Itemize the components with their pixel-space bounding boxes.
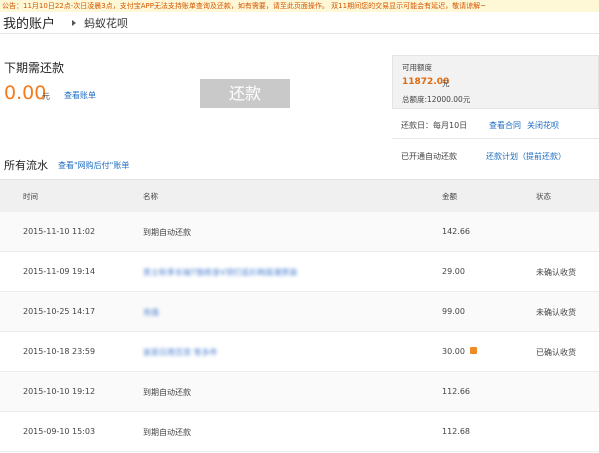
header-name: 名称 <box>143 192 158 201</box>
row-time: 2015-11-09 19:14 <box>23 267 96 276</box>
divider <box>392 138 599 139</box>
row-name[interactable]: 男士秋季长袖T恤修身V领打底衫韩版潮男装 <box>143 267 297 278</box>
row-time: 2015-10-18 23:59 <box>23 347 96 356</box>
my-account-link[interactable]: 我的账户 <box>3 13 55 32</box>
table-row: 2015-10-10 19:12 到期自动还款 112.66 <box>0 372 599 412</box>
credit-panel: 可用额度 11872.00 元 总额度:12000.00元 <box>392 55 599 109</box>
row-amount: 99.00 <box>442 307 465 316</box>
header-status: 状态 <box>536 192 551 201</box>
table-row: 2015-10-25 14:17 充值 99.00 未确认收货 <box>0 292 599 332</box>
table-row: 2015-09-10 15:03 到期自动还款 112.68 <box>0 412 599 452</box>
table-row: 2015-10-18 23:59 家居日用百货 等多件 30.00 已确认收货 <box>0 332 599 372</box>
next-due-amount: 0.00 <box>4 82 47 104</box>
all-transactions-title: 所有流水 <box>4 159 48 172</box>
breadcrumb-arrow-icon <box>72 20 76 26</box>
row-status: 未确认收货 <box>536 268 576 277</box>
repay-day: 还款日：每月10日 <box>401 121 468 130</box>
repay-plan-link[interactable]: 还款计划（提前还款） <box>486 151 566 162</box>
breadcrumb: 我的账户 蚂蚁花呗 <box>0 12 599 34</box>
row-time: 2015-11-10 11:02 <box>23 227 96 236</box>
row-name: 到期自动还款 <box>143 388 191 397</box>
row-status: 未确认收货 <box>536 308 576 317</box>
row-name[interactable]: 家居日用百货 等多件 <box>143 347 218 358</box>
row-status: 已确认收货 <box>536 348 576 357</box>
row-amount: 30.00 <box>442 347 465 356</box>
repay-button[interactable]: 还款 <box>200 79 290 108</box>
row-name: 到期自动还款 <box>143 228 191 237</box>
view-contract-link[interactable]: 查看合同 <box>489 120 521 131</box>
row-amount: 112.68 <box>442 427 470 436</box>
row-name[interactable]: 充值 <box>143 307 159 318</box>
row-amount: 29.00 <box>442 267 465 276</box>
row-name: 到期自动还款 <box>143 428 191 437</box>
view-bill-link[interactable]: 查看账单 <box>64 90 96 101</box>
announcement-bar: 公告：11月10日22点-次日凌晨3点，支付宝APP无法支持账单查询及还款，如有… <box>0 0 599 12</box>
row-time: 2015-10-10 19:12 <box>23 387 96 396</box>
due-unit: 元 <box>42 92 50 101</box>
table-header: 时间 名称 金额 状态 <box>0 179 599 212</box>
table-body: 2015-11-10 11:02 到期自动还款 142.66 2015-11-09 1… <box>0 212 599 452</box>
available-credit-label: 可用额度 <box>402 63 432 72</box>
available-credit-unit: 元 <box>442 79 450 88</box>
row-amount: 112.66 <box>442 387 470 396</box>
installment-flag-icon <box>470 347 477 354</box>
auto-repay-status: 已开通自动还款 <box>401 152 457 161</box>
close-huabei-link[interactable]: 关闭花呗 <box>527 120 559 131</box>
total-credit: 总额度:12000.00元 <box>402 95 471 104</box>
header-amount: 金额 <box>442 192 457 201</box>
table-row: 2015-11-10 11:02 到期自动还款 142.66 <box>0 212 599 252</box>
transactions-table: 时间 名称 金额 状态 2015-11-10 11:02 到期自动还款 142.66… <box>0 179 599 452</box>
row-time: 2015-09-10 15:03 <box>23 427 96 436</box>
page-title: 蚂蚁花呗 <box>84 17 128 30</box>
table-row: 2015-11-09 19:14 男士秋季长袖T恤修身V领打底衫韩版潮男装 29.0… <box>0 252 599 292</box>
row-amount: 142.66 <box>442 227 470 236</box>
online-pay-later-bill-link[interactable]: 查看"网购后付"账单 <box>58 160 129 171</box>
header-time: 时间 <box>23 192 38 201</box>
row-time: 2015-10-25 14:17 <box>23 307 96 316</box>
next-due-label: 下期需还款 <box>4 61 65 75</box>
